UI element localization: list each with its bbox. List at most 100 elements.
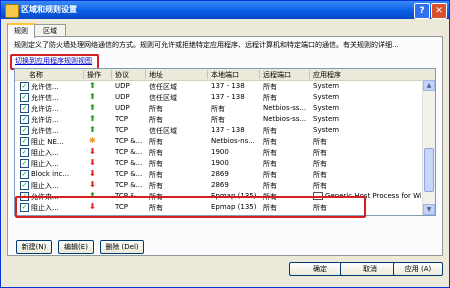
column-separator[interactable] (259, 70, 260, 79)
cell-protocol: TCP (115, 126, 128, 134)
allow-arrow-icon: ⬆ (89, 103, 96, 112)
column-header-app[interactable]: 应用程序 (313, 70, 341, 80)
block-arrow-icon: ⬇ (89, 158, 96, 167)
tab-rules[interactable]: 规则 (7, 23, 35, 38)
enabled-checkbox[interactable]: ✓ (20, 93, 29, 102)
vertical-scrollbar[interactable]: ▲ ▼ (422, 80, 435, 215)
cell-app: System (313, 93, 340, 101)
cell-name: 允许信... (31, 83, 59, 91)
allow-arrow-icon: ⬆ (89, 81, 96, 90)
table-row[interactable]: ✓ ⬇ 阻止入... TCP &... 所有 2869 所有 所有 (15, 180, 435, 191)
cell-local-port: 137 - 138 (211, 82, 245, 90)
cell-remote-port: Netbios-ss... (263, 104, 307, 112)
cell-local-port: Netbios-ns... (211, 137, 255, 145)
table-row[interactable]: ✓ ⬇ Block inc... TCP &... 所有 2869 所有 所有 (15, 169, 435, 180)
help-button[interactable]: ? (414, 3, 430, 19)
cell-app: 所有 (313, 149, 327, 157)
enabled-checkbox[interactable]: ✓ (20, 181, 29, 190)
table-row[interactable]: ✓ ⬇ 阻止入... TCP &... 所有 1900 所有 所有 (15, 158, 435, 169)
window-title: 区域和规则设置 (21, 5, 77, 14)
cell-address: 信任区域 (149, 127, 177, 135)
cell-app: 所有 (313, 182, 327, 190)
cell-protocol: TCP &... (115, 137, 143, 145)
rules-list[interactable]: 名称 操作 协议 地址 本地端口 远程端口 应用程序 ✓ ⬆ 允许信... UDP 信任… (14, 68, 436, 216)
cell-name: Block inc... (31, 170, 70, 178)
column-separator[interactable] (145, 70, 146, 79)
cell-app: 所有 (313, 160, 327, 168)
scroll-thumb[interactable] (424, 148, 434, 192)
cell-remote-port: 所有 (263, 182, 277, 190)
table-row[interactable]: ✓ ⬆ 允许信... UDP 信任区域 137 - 138 所有 System (15, 81, 435, 92)
switch-view-link[interactable]: 切换到应用程序规则视图 (15, 56, 92, 66)
cell-name: 允许访... (31, 105, 59, 113)
column-header-protocol[interactable]: 协议 (115, 70, 129, 80)
cell-address: 信任区域 (149, 94, 177, 102)
block-arrow-icon: ⬇ (89, 169, 96, 178)
scroll-up-icon[interactable]: ▲ (423, 80, 435, 91)
cell-local-port: 2869 (211, 181, 229, 189)
column-header-remote-port[interactable]: 远程端口 (263, 70, 291, 80)
cell-local-port: 137 - 138 (211, 93, 245, 101)
new-rule-button[interactable]: 新建(N) (16, 240, 52, 254)
column-header-action[interactable]: 操作 (87, 70, 101, 80)
allow-arrow-icon: ⬆ (89, 114, 96, 123)
enabled-checkbox[interactable]: ✓ (20, 170, 29, 179)
enabled-checkbox[interactable]: ✓ (20, 126, 29, 135)
cell-name: 阻止入... (31, 160, 59, 168)
edit-rule-button[interactable]: 编辑(E) (58, 240, 94, 254)
cell-protocol: UDP (115, 104, 130, 112)
apply-button[interactable]: 应用 (A) (393, 262, 443, 276)
cell-local-port: 所有 (211, 116, 225, 124)
enabled-checkbox[interactable]: ✓ (20, 115, 29, 124)
cell-local-port: 137 - 138 (211, 126, 245, 134)
cell-protocol: UDP (115, 82, 130, 90)
table-row[interactable]: ✓ ✱ 阻止 NE... TCP &... 所有 Netbios-ns... 所有 所有 (15, 136, 435, 147)
cell-remote-port: 所有 (263, 127, 277, 135)
table-row[interactable]: ✓ ⬆ 允许访... UDP 所有 所有 Netbios-ss... System (15, 103, 435, 114)
window-icon (5, 4, 19, 18)
column-header-name[interactable]: 名称 (29, 70, 43, 80)
column-header-address[interactable]: 地址 (149, 70, 163, 80)
cell-app: System (313, 104, 340, 112)
table-row[interactable]: ✓ ⬆ 允许信... UDP 信任区域 137 - 138 所有 System (15, 92, 435, 103)
cell-name: 阻止 NE... (31, 138, 64, 146)
cell-protocol: TCP &... (115, 170, 143, 178)
column-separator[interactable] (207, 70, 208, 79)
warn-arrow-icon: ✱ (89, 136, 96, 145)
cell-name: 允许访... (31, 116, 59, 124)
cell-address: 所有 (149, 116, 163, 124)
delete-rule-button[interactable]: 删除 (Del) (100, 240, 144, 254)
allow-arrow-icon: ⬆ (89, 92, 96, 101)
cell-app: System (313, 82, 340, 90)
allow-arrow-icon: ⬆ (89, 125, 96, 134)
column-separator[interactable] (309, 70, 310, 79)
close-button[interactable]: ✕ (431, 3, 447, 19)
enabled-checkbox[interactable]: ✓ (20, 148, 29, 157)
enabled-checkbox[interactable]: ✓ (20, 159, 29, 168)
enabled-checkbox[interactable]: ✓ (20, 137, 29, 146)
table-row[interactable]: ✓ ⬆ 允许信... TCP 信任区域 137 - 138 所有 System (15, 125, 435, 136)
column-separator[interactable] (111, 70, 112, 79)
cell-protocol: TCP &... (115, 181, 143, 189)
cell-address: 所有 (149, 138, 163, 146)
column-header-local-port[interactable]: 本地端口 (211, 70, 239, 80)
cell-protocol: UDP (115, 93, 130, 101)
title-bar[interactable]: 区域和规则设置 ? ✕ (1, 1, 449, 19)
cell-local-port: 1900 (211, 148, 229, 156)
scroll-down-icon[interactable]: ▼ (423, 204, 435, 215)
cell-name: 允许信... (31, 94, 59, 102)
block-arrow-icon: ⬇ (89, 147, 96, 156)
column-separator[interactable] (83, 70, 84, 79)
cell-address: 所有 (149, 182, 163, 190)
list-header: 名称 操作 协议 地址 本地端口 远程端口 应用程序 (15, 69, 435, 81)
cancel-button[interactable]: 取消 (340, 262, 400, 276)
table-row[interactable]: ✓ ⬇ 阻止入... TCP &... 所有 1900 所有 所有 (15, 147, 435, 158)
cell-local-port: 2869 (211, 170, 229, 178)
cell-protocol: TCP &... (115, 159, 143, 167)
table-row[interactable]: ✓ ⬆ 允许访... TCP 所有 所有 Netbios-ss... System (15, 114, 435, 125)
cell-app: System (313, 126, 340, 134)
enabled-checkbox[interactable]: ✓ (20, 82, 29, 91)
enabled-checkbox[interactable]: ✓ (20, 104, 29, 113)
cell-protocol: TCP &... (115, 148, 143, 156)
cell-app: System (313, 115, 340, 123)
